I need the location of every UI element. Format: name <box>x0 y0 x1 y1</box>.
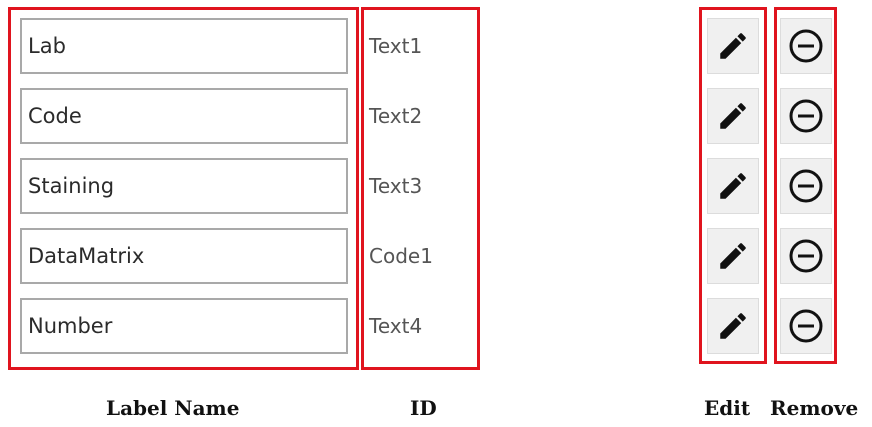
remove-button[interactable] <box>780 18 832 74</box>
label-id-text: Text4 <box>369 314 423 338</box>
minus-circle-icon <box>789 309 823 343</box>
pencil-icon <box>720 173 746 199</box>
pencil-icon <box>720 243 746 269</box>
edit-button[interactable] <box>707 228 759 284</box>
minus-circle-icon <box>789 99 823 133</box>
edit-caption: Edit <box>704 396 751 420</box>
label-id-text: Text2 <box>369 104 423 128</box>
remove-caption: Remove <box>770 396 859 420</box>
label-name-field[interactable]: DataMatrix <box>20 228 348 284</box>
label-name-caption: Label Name <box>106 396 240 420</box>
remove-button[interactable] <box>780 298 832 354</box>
edit-button[interactable] <box>707 298 759 354</box>
minus-circle-icon <box>789 29 823 63</box>
remove-button[interactable] <box>780 158 832 214</box>
label-name-field[interactable]: Staining <box>20 158 348 214</box>
edit-button[interactable] <box>707 88 759 144</box>
label-id-text: Text1 <box>369 34 423 58</box>
remove-button[interactable] <box>780 88 832 144</box>
remove-button[interactable] <box>780 228 832 284</box>
label-id-text: Text3 <box>369 174 423 198</box>
label-name-field[interactable]: Lab <box>20 18 348 74</box>
label-name-field[interactable]: Number <box>20 298 348 354</box>
minus-circle-icon <box>789 169 823 203</box>
edit-button[interactable] <box>707 158 759 214</box>
pencil-icon <box>720 313 746 339</box>
label-id-text: Code1 <box>369 244 433 268</box>
label-name-field[interactable]: Code <box>20 88 348 144</box>
id-caption: ID <box>410 396 437 420</box>
edit-button[interactable] <box>707 18 759 74</box>
pencil-icon <box>720 103 746 129</box>
minus-circle-icon <box>789 239 823 273</box>
pencil-icon <box>720 33 746 59</box>
